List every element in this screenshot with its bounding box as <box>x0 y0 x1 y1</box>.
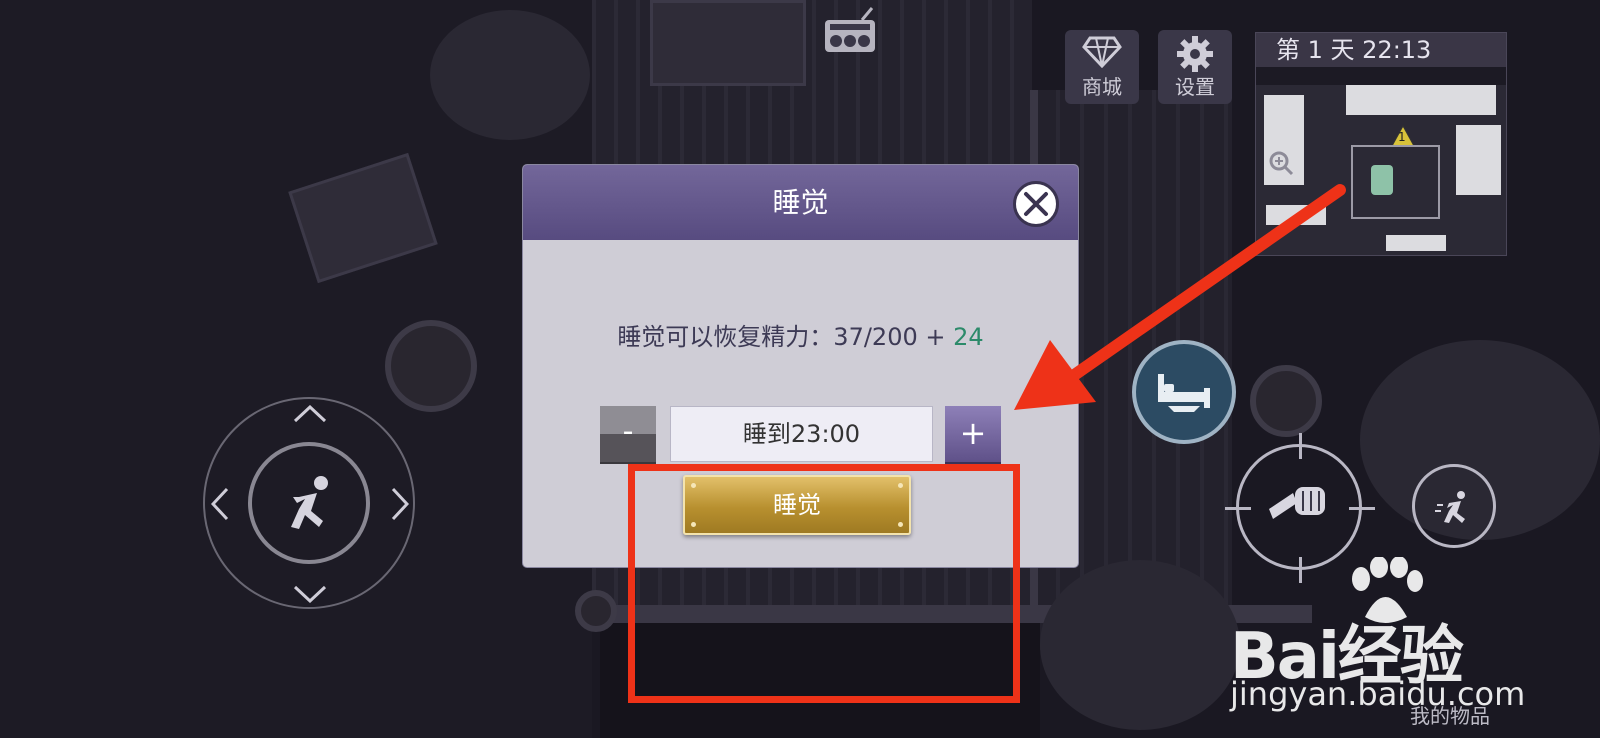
barrel <box>575 590 617 632</box>
dialog-title: 睡觉 <box>772 186 829 219</box>
movement-joystick[interactable] <box>203 397 415 609</box>
crosshair-tick <box>1225 507 1251 510</box>
paw-logo-icon <box>1352 557 1423 623</box>
watermark-url: jingyan.baidu.com <box>1230 675 1526 713</box>
barrel <box>385 320 477 412</box>
map-terrain <box>1346 85 1496 115</box>
map-terrain <box>1456 125 1501 195</box>
baidu-watermark: Bai经验 jingyan.baidu.com <box>1230 557 1525 713</box>
chevron-left-icon <box>211 487 229 521</box>
settings-label: 设置 <box>1175 75 1215 99</box>
gear-icon <box>1177 36 1213 72</box>
increase-time-button[interactable]: + <box>945 406 1001 462</box>
sprint-icon <box>1435 491 1465 523</box>
energy-bonus: 24 <box>953 323 984 351</box>
chevron-down-icon <box>293 585 327 603</box>
bush <box>430 10 590 140</box>
energy-restore-label: 睡觉可以恢复精力：37/200 + <box>617 323 954 351</box>
crosshair-tick <box>1349 507 1375 510</box>
zoom-in-icon[interactable] <box>1268 150 1294 176</box>
chevron-right-icon <box>391 487 409 521</box>
fist-icon <box>1269 487 1325 519</box>
sprint-button[interactable] <box>1412 464 1496 548</box>
map-structure <box>1351 145 1440 219</box>
crosshair-tick <box>1299 433 1302 459</box>
annotation-arrow <box>1014 184 1346 410</box>
settings-button[interactable]: 设置 <box>1158 30 1232 104</box>
decrease-time-button[interactable]: - <box>600 406 656 462</box>
energy-restore-text: 睡觉可以恢复精力：37/200 + 24 <box>523 317 1078 352</box>
radio-icon[interactable] <box>822 6 878 56</box>
sleep-until-display: 睡到23:00 <box>670 406 933 462</box>
diamond-icon <box>1082 36 1122 68</box>
chevron-up-icon <box>293 405 327 423</box>
marker-number: 1 <box>1398 130 1406 144</box>
run-icon <box>291 476 328 529</box>
shop-button[interactable]: 商城 <box>1065 30 1139 104</box>
day-time-display: 第 1 天 22:13 <box>1256 33 1506 67</box>
map-terrain <box>1386 235 1446 251</box>
annotation-highlight-box <box>628 464 1020 703</box>
attack-button[interactable] <box>1225 433 1375 583</box>
shop-label: 商城 <box>1082 75 1122 99</box>
crate <box>650 0 806 86</box>
bush <box>1040 560 1240 730</box>
